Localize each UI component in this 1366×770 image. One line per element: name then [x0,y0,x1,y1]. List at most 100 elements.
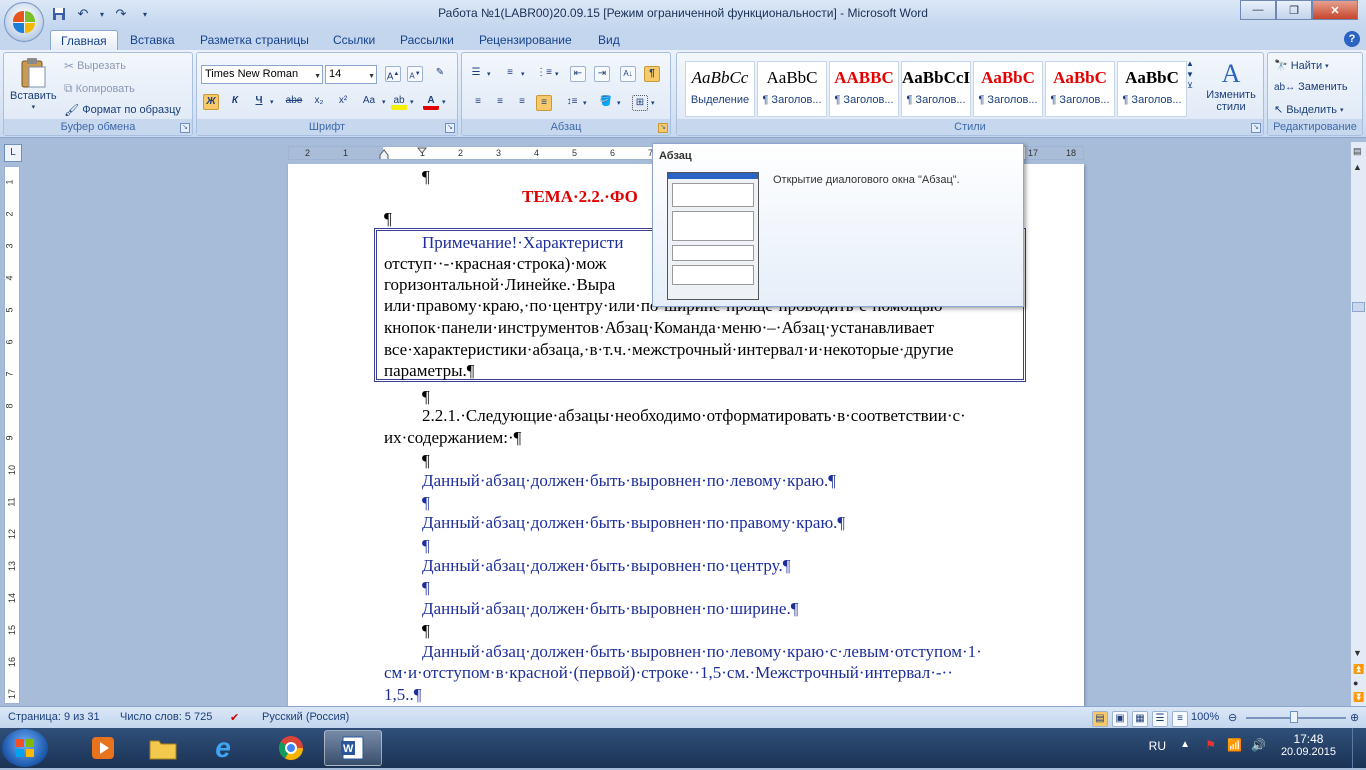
style-tile[interactable]: AaBbC ¶ Заголов... [973,61,1043,117]
paste-button[interactable]: Вставить ▾ [10,57,57,111]
taskbar-word[interactable]: W [324,730,382,766]
web-layout-view-icon[interactable]: ▦ [1132,711,1148,727]
font-color-button[interactable]: A ▾ [423,94,446,110]
cut-button[interactable]: ✂ Вырезать [64,59,126,73]
flag-icon[interactable]: ⚑ [1205,738,1216,752]
network-icon[interactable]: 📶 [1227,738,1242,752]
gallery-down-icon[interactable]: ▼ [1186,70,1194,79]
styles-launcher[interactable]: ↘ [1251,123,1261,133]
change-styles-button[interactable]: A Изменить стили [1201,59,1261,113]
left-indent-marker[interactable] [379,147,389,160]
show-marks-button[interactable]: ¶ [644,66,660,82]
shading-button[interactable]: 🪣 ▾ [598,95,621,111]
full-screen-view-icon[interactable]: ▣ [1112,711,1128,727]
numbering-button[interactable]: ≡ ▾ [502,66,524,82]
borders-button[interactable]: ⊞ ▾ [632,95,655,111]
draft-view-icon[interactable]: ≡ [1172,711,1188,727]
tab-home[interactable]: Главная [50,30,118,50]
clock[interactable]: 17:48 20.09.2015 [1281,732,1336,758]
clipboard-launcher[interactable]: ↘ [180,123,190,133]
gallery-more-icon[interactable]: ⊻ [1187,81,1193,90]
shrink-font-button[interactable]: A▼ [407,66,423,82]
browse-object-icon[interactable]: ● [1353,678,1358,688]
show-desktop-button[interactable] [1352,728,1366,768]
tab-selector[interactable]: L [4,144,22,162]
bullets-button[interactable]: ☰ ▾ [468,66,491,82]
highlight-button[interactable]: ab ▾ [391,94,414,110]
scroll-up-icon[interactable]: ▲ [1353,162,1362,172]
sort-button[interactable]: A↓ [620,66,636,82]
start-button[interactable] [2,729,48,767]
help-icon[interactable]: ? [1344,31,1360,47]
superscript-button[interactable]: x² [335,94,351,110]
align-left-button[interactable]: ≡ [470,95,486,111]
style-tile[interactable]: AaBbC ¶ Заголов... [757,61,827,117]
format-painter-button[interactable]: 🖌 Формат по образцу [64,103,181,117]
volume-icon[interactable]: 🔊 [1251,738,1266,752]
taskbar-internet-explorer[interactable]: e [194,730,252,766]
select-button[interactable]: ↖ Выделить ▾ [1274,103,1343,117]
zoom-level[interactable]: 100% [1191,711,1219,723]
spellcheck-icon[interactable]: ✔ [230,711,239,724]
minimize-button[interactable]: — [1240,0,1276,20]
word-count[interactable]: Число слов: 5 725 [120,711,212,723]
tab-view[interactable]: Вид [588,30,630,50]
language-indicator[interactable]: Русский (Россия) [262,711,349,723]
restore-button[interactable]: ❐ [1276,0,1312,20]
style-tile[interactable]: AaBbCc Выделение [685,61,755,117]
change-case-button[interactable]: Aa ▾ [359,94,386,110]
scroll-thumb[interactable] [1352,302,1365,312]
paragraph-launcher[interactable]: ↘ [658,123,668,133]
gallery-up-icon[interactable]: ▲ [1186,59,1194,68]
style-tile[interactable]: AABBC ¶ Заголов... [829,61,899,117]
replace-button[interactable]: ab↔ Заменить [1274,81,1348,93]
zoom-out-icon[interactable]: ⊖ [1228,711,1237,724]
next-page-icon[interactable]: ⏬ [1353,692,1364,703]
find-button[interactable]: 🔭 Найти ▾ [1274,59,1329,73]
scroll-down-icon[interactable]: ▼ [1353,648,1362,658]
underline-button[interactable]: Ч ▾ [251,94,273,110]
italic-button[interactable]: К [227,94,243,110]
tab-mailings[interactable]: Рассылки [390,30,464,50]
copy-button[interactable]: ⧉ Копировать [64,81,135,96]
gallery-scroll[interactable]: ▲ ▼ ⊻ [1183,59,1197,111]
increase-indent-button[interactable]: ⇥ [594,66,610,82]
tab-insert[interactable]: Вставка [120,30,185,50]
language-tray[interactable]: RU [1149,739,1166,753]
subscript-button[interactable]: x₂ [311,94,327,110]
style-tile[interactable]: AaBbC ¶ Заголов... [1045,61,1115,117]
page-indicator[interactable]: Страница: 9 из 31 [8,711,100,723]
clear-format-button[interactable]: ✎ [432,66,448,82]
align-right-button[interactable]: ≡ [514,95,530,111]
taskbar-chrome[interactable] [262,730,320,766]
font-size-dropdown-icon[interactable]: ▼ [368,68,375,85]
zoom-slider[interactable] [1246,711,1346,723]
vertical-scrollbar[interactable]: ▤ ▲ ▼ ⏫ ● ⏬ [1350,142,1366,706]
font-name-dropdown-icon[interactable]: ▼ [314,68,321,85]
outline-view-icon[interactable]: ☰ [1152,711,1168,727]
style-tile[interactable]: AaBbC ¶ Заголов... [1117,61,1187,117]
tab-references[interactable]: Ссылки [323,30,385,50]
font-launcher[interactable]: ↘ [445,123,455,133]
zoom-slider-thumb[interactable] [1290,711,1298,723]
first-line-indent-marker[interactable] [417,147,427,155]
taskbar-explorer[interactable] [134,730,192,766]
ruler-toggle-icon[interactable]: ▤ [1353,146,1362,157]
decrease-indent-button[interactable]: ⇤ [570,66,586,82]
tab-page-layout[interactable]: Разметка страницы [190,30,319,50]
multilevel-list-button[interactable]: ⋮≡ ▾ [536,66,558,82]
prev-page-icon[interactable]: ⏫ [1353,664,1364,675]
taskbar-media-player[interactable] [74,730,132,766]
office-button[interactable] [4,2,44,42]
tab-review[interactable]: Рецензирование [469,30,582,50]
close-button[interactable]: ✕ [1312,0,1358,20]
print-layout-view-icon[interactable]: ▤ [1092,711,1108,727]
vertical-ruler[interactable]: 1 2 3 4 5 6 7 8 9 10 11 12 13 14 15 16 17 [4,166,20,704]
align-center-button[interactable]: ≡ [492,95,508,111]
style-tile[interactable]: AaBbCcI ¶ Заголов... [901,61,971,117]
grow-font-button[interactable]: A▲ [385,66,401,82]
zoom-in-icon[interactable]: ⊕ [1350,711,1359,724]
line-spacing-button[interactable]: ↕≡ ▾ [564,95,587,111]
font-name-box[interactable]: Times New Roman ▼ [201,65,323,84]
font-size-box[interactable]: 14 ▼ [325,65,377,84]
